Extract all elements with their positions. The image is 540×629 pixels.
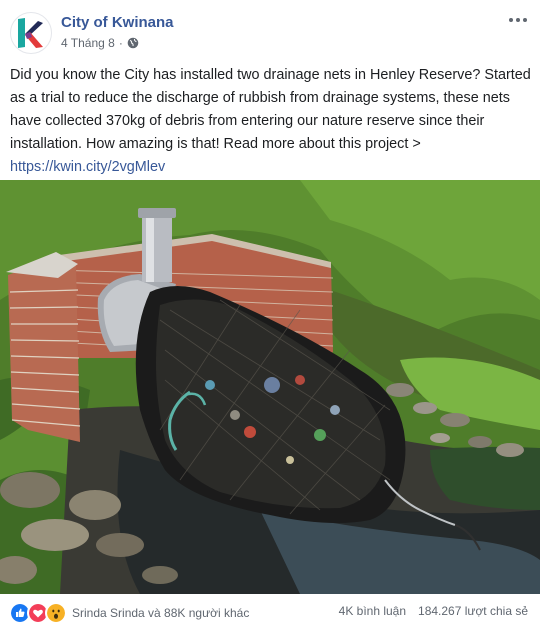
comments-count[interactable]: 4K bình luận — [339, 604, 406, 618]
post-photo[interactable] — [0, 180, 540, 594]
reaction-names[interactable]: Srinda Srinda và 88K người khác — [72, 606, 249, 620]
engagement-counts: 4K bình luận 184.267 lượt chia sẻ — [339, 604, 528, 618]
page-name-link[interactable]: City of Kwinana — [61, 14, 174, 31]
shares-count[interactable]: 184.267 lượt chia sẻ — [418, 604, 528, 618]
post-date[interactable]: 4 Tháng 8 — [61, 36, 115, 50]
post-footer: Srinda Srinda và 88K người khác 4K bình … — [0, 594, 540, 629]
more-dot-icon — [516, 18, 520, 22]
kwinana-logo-icon — [18, 18, 43, 48]
post-link[interactable]: https://kwin.city/2vgMlev — [10, 159, 165, 175]
post-text: Did you know the City has installed two … — [10, 64, 532, 179]
post-body: Did you know the City has installed two … — [10, 67, 531, 152]
page-avatar[interactable] — [10, 12, 52, 54]
reaction-summary[interactable]: Srinda Srinda và 88K người khác — [9, 602, 249, 624]
post-meta: 4 Tháng 8 · — [61, 36, 139, 50]
wow-reaction-icon — [45, 602, 67, 624]
post-header: City of Kwinana 4 Tháng 8 · — [0, 0, 540, 62]
more-dot-icon — [509, 18, 513, 22]
globe-icon[interactable] — [127, 37, 139, 49]
more-options-button[interactable] — [506, 12, 530, 28]
meta-separator: · — [118, 36, 123, 50]
more-dot-icon — [523, 18, 527, 22]
